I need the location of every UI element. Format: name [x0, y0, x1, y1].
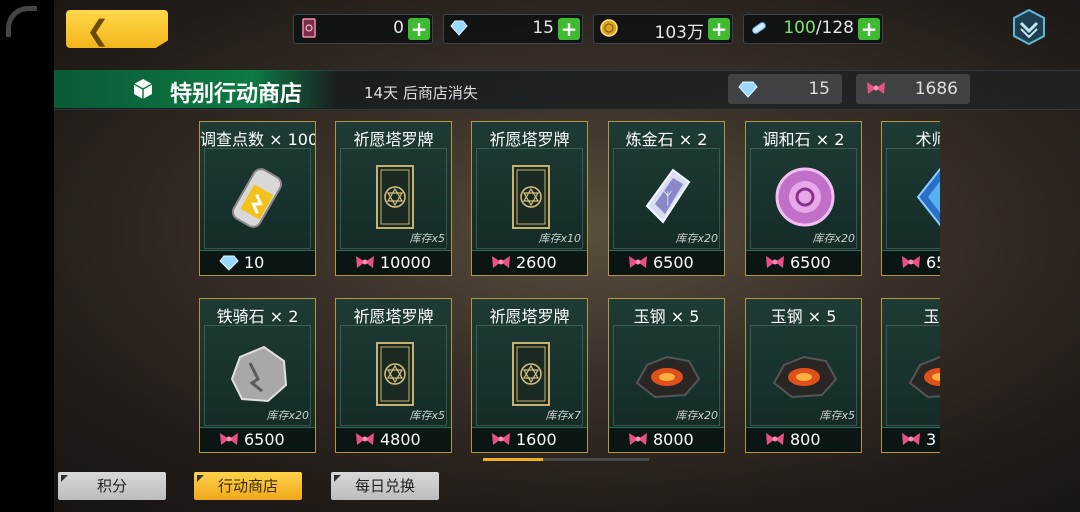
item-name: 玉钢 × 5 — [633, 307, 700, 326]
item-price-bar: 6500 — [609, 250, 724, 275]
tab-daily-exchange[interactable]: 每日兑换 — [331, 472, 439, 500]
item-ore-icon — [635, 355, 701, 399]
item-price-bar: 800 — [746, 427, 861, 452]
item-name: 祈愿塔罗牌 — [353, 130, 434, 149]
item-name: 术师石 — [915, 130, 940, 149]
tab-points[interactable]: 积分 — [58, 472, 166, 500]
item-tarot-icon — [512, 342, 550, 406]
item-name: 祈愿塔罗牌 — [489, 307, 570, 326]
shop-item-card[interactable]: 铁骑石 × 2 库存x20 6500 — [199, 298, 316, 453]
svg-text:ᛉ: ᛉ — [663, 189, 673, 208]
item-price-bar: 4800 — [336, 427, 451, 452]
item-ore-icon — [772, 355, 838, 399]
item-name: 玉钢 — [923, 307, 940, 326]
item-price: 800 — [790, 430, 821, 449]
diamond-icon — [219, 255, 239, 271]
item-orb-icon — [775, 167, 835, 227]
item-ore-icon — [908, 355, 940, 399]
shop-item-card[interactable]: 玉钢 3 — [881, 298, 940, 453]
item-price-bar: 2600 — [472, 250, 587, 275]
grid-scrollbar-thumb[interactable] — [483, 458, 543, 461]
shop-item-card[interactable]: 祈愿塔罗牌库存x5 10000 — [335, 121, 452, 276]
shop-item-card[interactable]: 祈愿塔罗牌库存x5 4800 — [335, 298, 452, 453]
item-name: 调查点数 × 100 — [200, 130, 316, 149]
ribbon-icon — [629, 256, 647, 268]
item-price: 65 — [926, 253, 940, 272]
shop-item-card[interactable]: 术师石 65 — [881, 121, 940, 276]
item-name: 祈愿塔罗牌 — [489, 130, 570, 149]
tab-label: 每日兑换 — [354, 477, 415, 495]
item-name: 铁骑石 × 2 — [216, 307, 299, 326]
item-name: 炼金石 × 2 — [625, 130, 708, 149]
item-crystal-icon: ᛉ — [645, 168, 691, 224]
item-price: 8000 — [653, 430, 694, 449]
item-price: 1600 — [516, 430, 557, 449]
item-price: 4800 — [380, 430, 421, 449]
tab-corner — [334, 475, 341, 482]
item-price: 3 — [926, 430, 937, 449]
ribbon-icon — [629, 433, 647, 445]
item-price-bar: 3 — [882, 427, 940, 452]
ribbon-icon — [356, 256, 374, 268]
item-price-bar: 6500 — [200, 427, 315, 452]
tab-action-shop[interactable]: 行动商店 — [194, 472, 302, 500]
shop-item-card[interactable]: 调查点数 × 100 10 — [199, 121, 316, 276]
item-name: 玉钢 × 5 — [770, 307, 837, 326]
item-price: 2600 — [516, 253, 557, 272]
shop-item-card[interactable]: 炼金石 × 2 ᛉ 库存x20 6500 — [608, 121, 725, 276]
item-ticket-icon — [231, 168, 283, 228]
item-stock: 库存x5 — [409, 232, 445, 245]
tab-label: 行动商店 — [217, 477, 278, 495]
item-tarot-icon — [376, 165, 414, 229]
shop-item-card[interactable]: 调和石 × 2 库存x20 6500 — [745, 121, 862, 276]
item-price: 6500 — [790, 253, 831, 272]
ribbon-icon — [902, 433, 920, 445]
collapse-menu-icon[interactable] — [1010, 8, 1048, 46]
ribbon-icon — [356, 433, 374, 445]
shop-item-card[interactable]: 玉钢 × 5 库存x5 800 — [745, 298, 862, 453]
ribbon-icon — [766, 256, 784, 268]
item-stock: 库存x10 — [538, 232, 581, 245]
item-stock: 库存x5 — [819, 409, 855, 422]
ribbon-icon — [766, 433, 784, 445]
ribbon-icon — [902, 256, 920, 268]
item-bluegem-icon — [916, 167, 940, 227]
item-price-bar: 6500 — [746, 250, 861, 275]
item-tarot-icon — [376, 342, 414, 406]
item-name: 祈愿塔罗牌 — [353, 307, 434, 326]
item-price-bar: 8000 — [609, 427, 724, 452]
item-stock: 库存x20 — [675, 232, 718, 245]
item-stock: 库存x7 — [545, 409, 581, 422]
item-price: 10000 — [380, 253, 431, 272]
item-stock: 库存x20 — [812, 232, 855, 245]
item-price-bar: 65 — [882, 250, 940, 275]
shop-item-card[interactable]: 玉钢 × 5 库存x20 8000 — [608, 298, 725, 453]
item-stock: 库存x20 — [675, 409, 718, 422]
tab-label: 积分 — [96, 477, 127, 495]
ribbon-icon — [220, 433, 238, 445]
item-price-bar: 10000 — [336, 250, 451, 275]
shop-item-grid: 调查点数 × 100 10 祈愿塔罗牌 库存x5 10000 祈愿塔罗牌 库存x10 2600… — [0, 0, 940, 512]
item-price: 6500 — [653, 253, 694, 272]
shop-item-card[interactable]: 祈愿塔罗牌库存x7 1600 — [471, 298, 588, 453]
item-price-bar: 10 — [200, 250, 315, 275]
item-name: 调和石 × 2 — [762, 130, 845, 149]
item-stock: 库存x5 — [409, 409, 445, 422]
item-price-bar: 1600 — [472, 427, 587, 452]
ribbon-icon — [492, 256, 510, 268]
item-price: 10 — [244, 253, 265, 272]
item-tarot-icon — [512, 165, 550, 229]
tab-corner — [197, 475, 204, 482]
tab-corner — [61, 475, 68, 482]
ribbon-icon — [492, 433, 510, 445]
item-stock: 库存x20 — [266, 409, 309, 422]
item-price: 6500 — [244, 430, 285, 449]
item-rock-icon — [230, 345, 288, 403]
shop-item-card[interactable]: 祈愿塔罗牌库存x10 2600 — [471, 121, 588, 276]
